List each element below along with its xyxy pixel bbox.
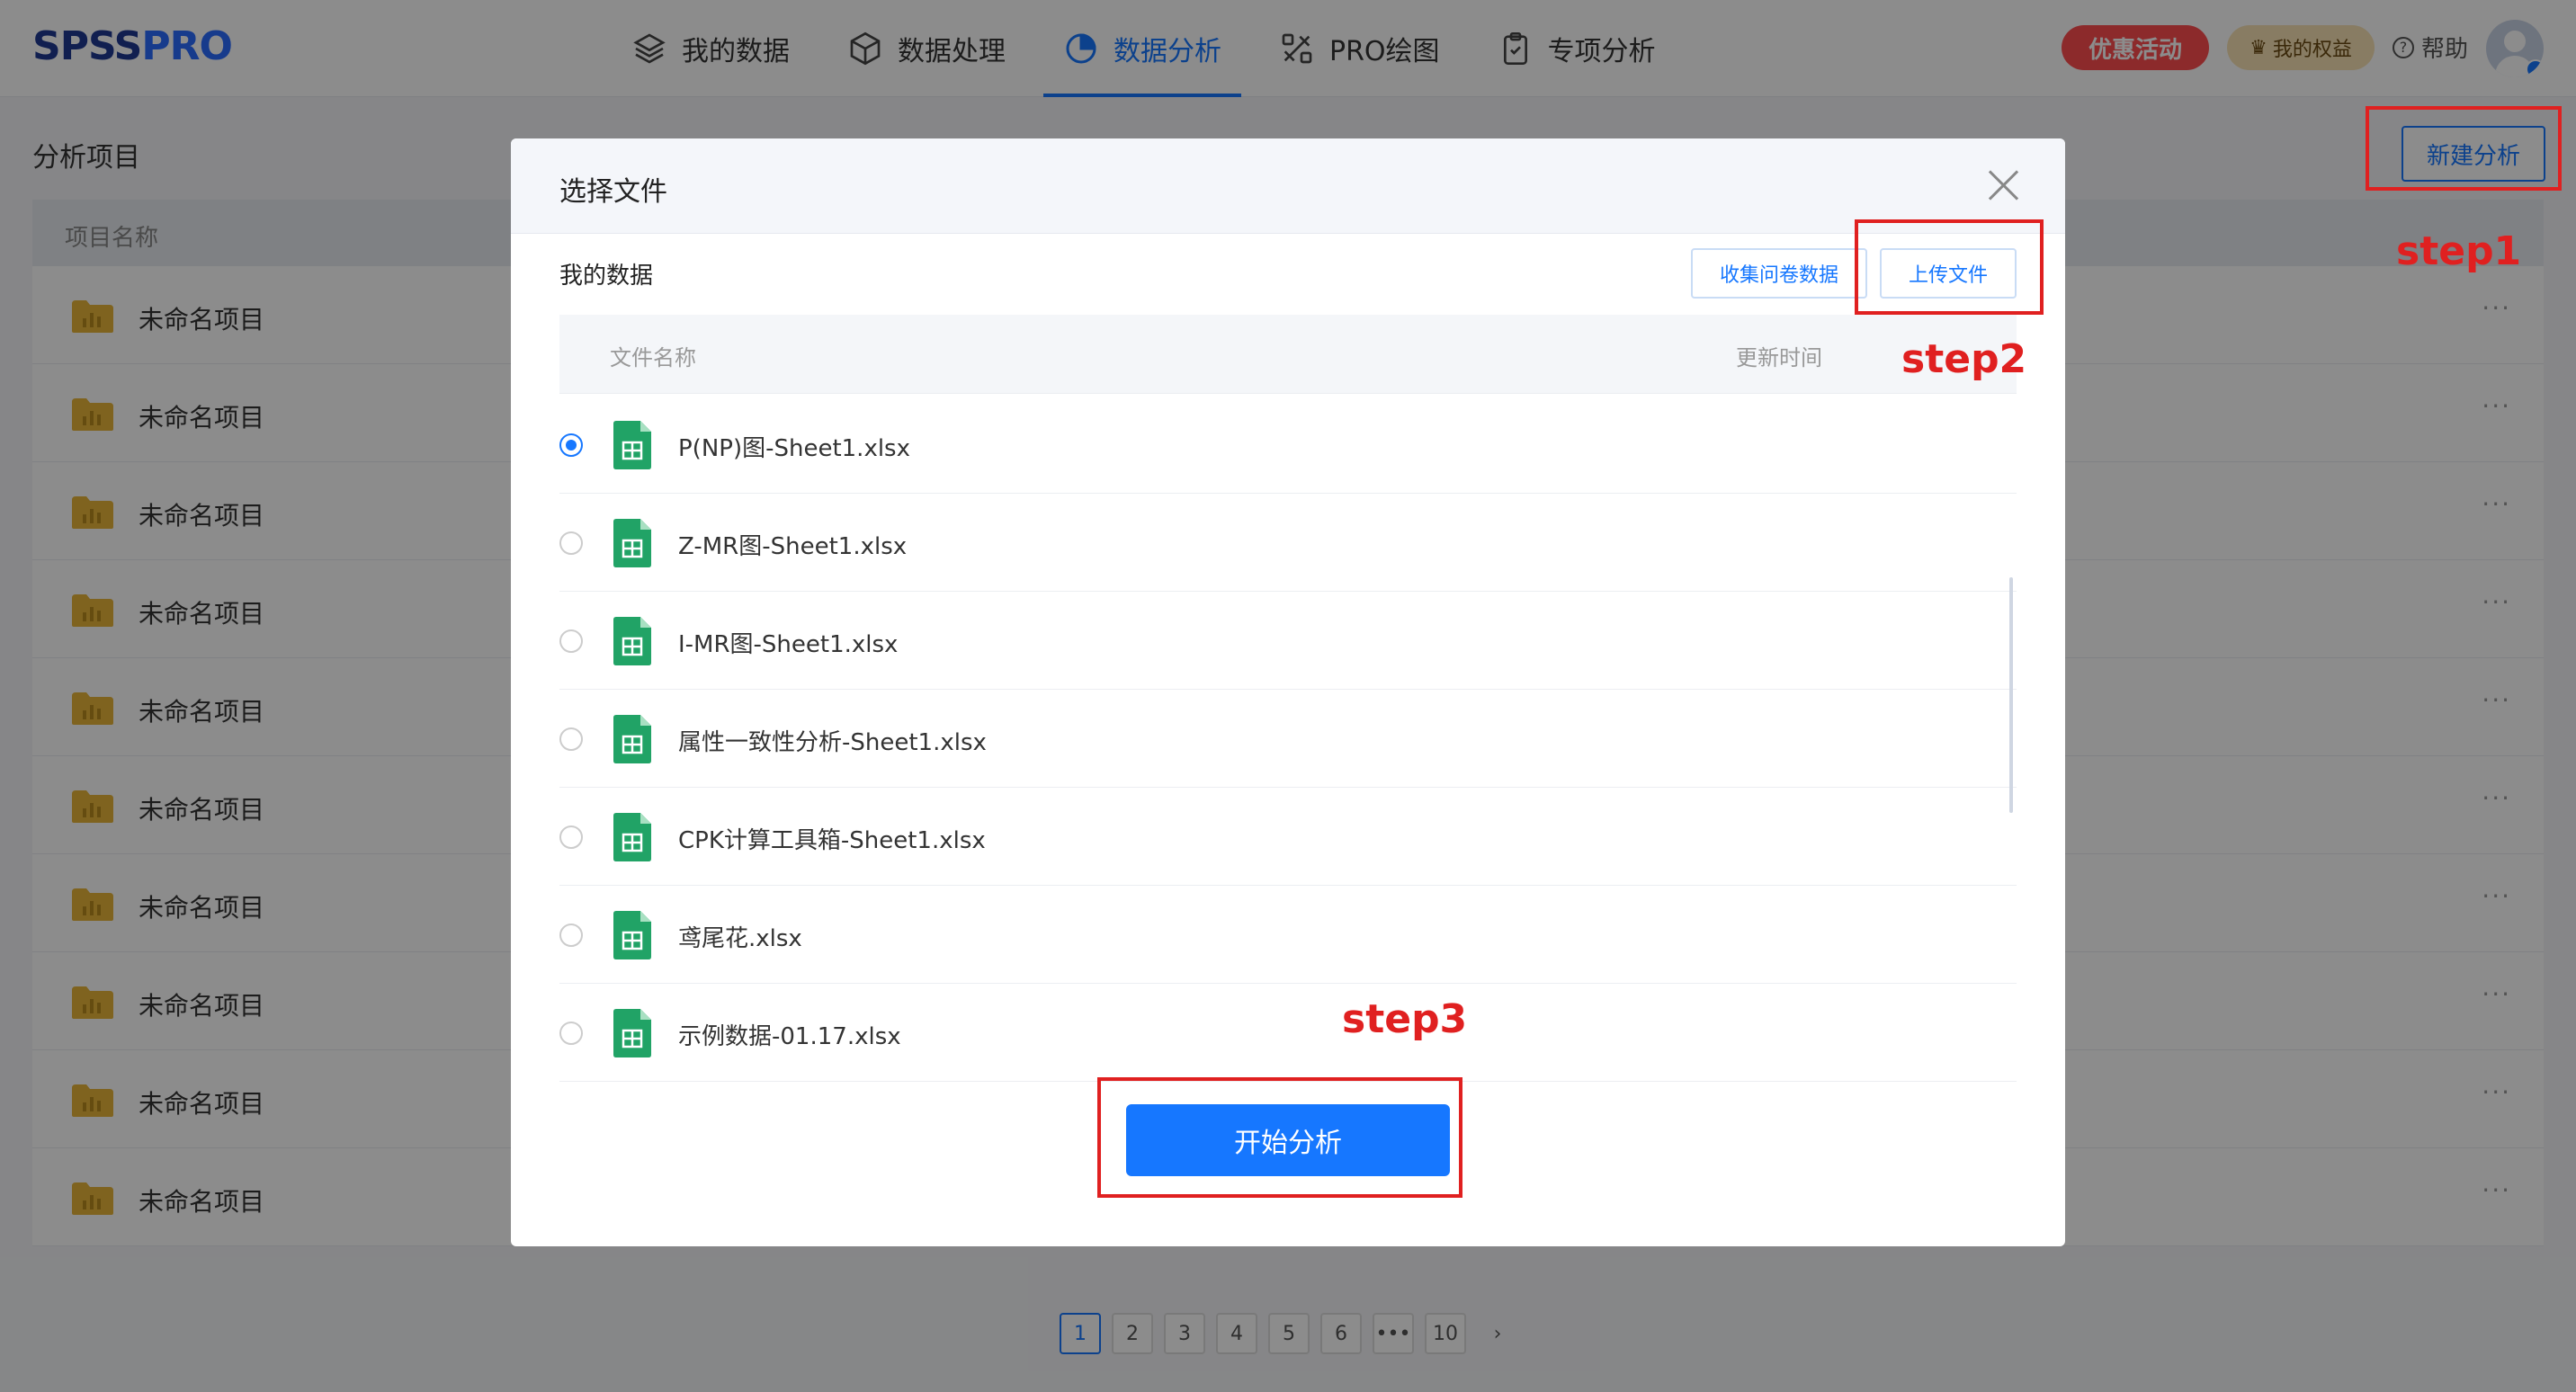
spreadsheet-icon xyxy=(613,715,651,763)
file-row[interactable]: 鸢尾花.xlsx xyxy=(559,886,2017,984)
file-radio[interactable] xyxy=(559,1022,583,1045)
file-row[interactable]: 属性一致性分析-Sheet1.xlsx xyxy=(559,690,2017,788)
my-data-label: 我的数据 xyxy=(559,263,654,290)
file-radio[interactable] xyxy=(559,727,583,751)
step1-highlight-box xyxy=(2366,106,2562,191)
file-radio[interactable] xyxy=(559,629,583,653)
step3-label: step3 xyxy=(1342,996,1468,1042)
close-icon[interactable] xyxy=(1984,165,2024,205)
step2-label: step2 xyxy=(1901,336,2027,382)
file-row[interactable]: CPK计算工具箱-Sheet1.xlsx xyxy=(559,788,2017,886)
spreadsheet-icon xyxy=(613,813,651,861)
file-row[interactable]: 示例数据-01.17.xlsx xyxy=(559,984,2017,1082)
file-radio[interactable] xyxy=(559,433,583,457)
spreadsheet-icon xyxy=(613,911,651,959)
file-list-scrollbar[interactable] xyxy=(2009,577,2013,813)
file-radio[interactable] xyxy=(559,924,583,947)
file-row[interactable]: P(NP)图-Sheet1.xlsx xyxy=(559,396,2017,494)
collect-survey-data-button[interactable]: 收集问卷数据 xyxy=(1691,248,1867,299)
file-name: 示例数据-01.17.xlsx xyxy=(678,1023,901,1050)
file-row[interactable]: Z-MR图-Sheet1.xlsx xyxy=(559,494,2017,592)
spreadsheet-icon xyxy=(613,617,651,665)
file-radio[interactable] xyxy=(559,825,583,849)
spreadsheet-icon xyxy=(613,1009,651,1057)
file-name: I-MR图-Sheet1.xlsx xyxy=(678,631,899,658)
step2-highlight-box xyxy=(1855,219,2044,315)
file-name: CPK计算工具箱-Sheet1.xlsx xyxy=(678,827,986,854)
file-radio[interactable] xyxy=(559,531,583,555)
spreadsheet-icon xyxy=(613,421,651,469)
spreadsheet-icon xyxy=(613,519,651,567)
dialog-title: 选择文件 xyxy=(559,176,667,208)
file-row[interactable]: I-MR图-Sheet1.xlsx xyxy=(559,592,2017,690)
file-name: P(NP)图-Sheet1.xlsx xyxy=(678,435,910,462)
file-table-header: 文件名称 更新时间 xyxy=(559,315,2017,394)
column-file-name: 文件名称 xyxy=(610,345,696,370)
step1-label: step1 xyxy=(2396,228,2522,274)
dialog-header: 选择文件 xyxy=(511,138,2065,234)
column-updated-time: 更新时间 xyxy=(1736,345,1822,370)
file-name: 鸢尾花.xlsx xyxy=(678,925,802,952)
file-name: Z-MR图-Sheet1.xlsx xyxy=(678,533,908,560)
step3-highlight-box xyxy=(1097,1077,1462,1198)
file-name: 属性一致性分析-Sheet1.xlsx xyxy=(678,729,987,756)
